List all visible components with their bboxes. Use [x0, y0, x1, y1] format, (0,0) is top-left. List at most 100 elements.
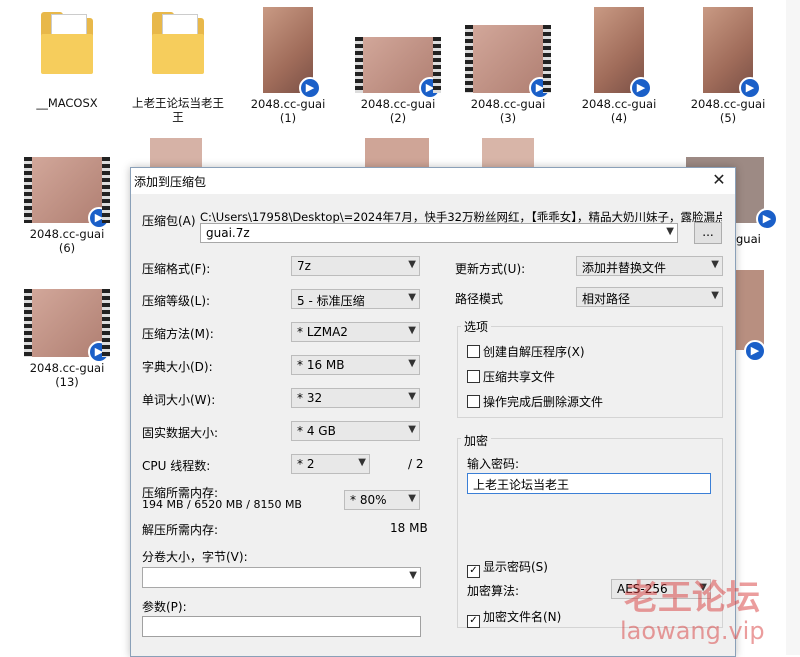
- cpu-label: CPU 线程数:: [142, 459, 211, 473]
- update-label: 更新方式(U):: [455, 262, 526, 276]
- file-index: (5): [719, 111, 737, 125]
- chevron-down-icon: ▼: [408, 493, 416, 504]
- video-thumbnail: ▶: [24, 289, 110, 363]
- close-icon[interactable]: ✕: [709, 170, 729, 190]
- file-name: 2048.cc-guai: [581, 97, 657, 111]
- video-thumbnail: ▶: [24, 157, 110, 229]
- level-select[interactable]: 5 - 标准压缩 ▼: [291, 289, 420, 309]
- chevron-down-icon: ▼: [408, 391, 416, 402]
- solid-value: * 4 GB: [297, 424, 336, 438]
- folder-icon: [41, 12, 93, 74]
- show-password-checkbox[interactable]: ✓ 显示密码(S): [467, 558, 548, 578]
- video-player-icon: ▶: [739, 77, 761, 99]
- chevron-down-icon: ▼: [408, 325, 416, 336]
- cpu-total: / 2: [408, 457, 424, 471]
- password-label: 输入密码:: [467, 457, 520, 471]
- video-player-icon: ▶: [88, 341, 110, 363]
- chevron-down-icon: ▼: [358, 457, 366, 468]
- method-label: 压缩方法(M):: [142, 327, 214, 341]
- file-name: 2048.cc-guai: [250, 97, 326, 111]
- level-label: 压缩等级(L):: [142, 294, 211, 308]
- video-thumbnail: ▶: [594, 7, 652, 99]
- format-select[interactable]: 7z ▼: [291, 256, 420, 276]
- video-player-icon: ▶: [756, 208, 778, 230]
- shared-checkbox[interactable]: 压缩共享文件: [467, 368, 555, 385]
- checkbox-box: [467, 370, 480, 383]
- archive-name-value: guai.7z: [206, 226, 250, 240]
- shared-label: 压缩共享文件: [483, 370, 556, 384]
- file-name: __MACOSX: [36, 96, 98, 110]
- folder-icon: [152, 12, 204, 74]
- chevron-down-icon: ▼: [409, 570, 417, 581]
- chevron-down-icon: ▼: [408, 358, 416, 369]
- solid-label: 固实数据大小:: [142, 426, 219, 440]
- partial-thumbnail: [482, 138, 534, 168]
- delete-checkbox[interactable]: 操作完成后删除源文件: [467, 393, 603, 410]
- watermark-url: laowang.vip: [620, 617, 765, 645]
- update-select[interactable]: 添加并替换文件 ▼: [576, 256, 723, 276]
- decomp-value: 18 MB: [390, 521, 428, 535]
- dict-value: * 16 MB: [297, 358, 345, 372]
- video-thumbnail: ▶: [263, 7, 321, 99]
- file-index: (6): [58, 241, 76, 255]
- explorer-scrollbar[interactable]: [786, 0, 800, 655]
- cpu-select[interactable]: * 2 ▼: [291, 454, 370, 474]
- checkbox-box: [467, 345, 480, 358]
- word-select[interactable]: * 32 ▼: [291, 388, 420, 408]
- video-file-5[interactable]: ▶ 2048.cc-guai (5): [678, 7, 778, 125]
- file-index: (13): [55, 375, 79, 389]
- video-file-3[interactable]: ▶ 2048.cc-guai (3): [458, 25, 558, 125]
- decomp-label: 解压所需内存:: [142, 523, 219, 537]
- video-file-1[interactable]: ▶ 2048.cc-guai (1): [238, 7, 338, 125]
- partial-thumbnail: [365, 138, 429, 168]
- sfx-checkbox[interactable]: 创建自解压程序(X): [467, 343, 585, 360]
- video-file-4[interactable]: ▶ 2048.cc-guai (4): [569, 7, 669, 125]
- update-value: 添加并替换文件: [582, 261, 667, 275]
- folder-macosx[interactable]: __MACOSX: [17, 12, 117, 110]
- sfx-label: 创建自解压程序(X): [483, 345, 585, 359]
- encryption-title: 加密: [461, 432, 492, 449]
- file-index: (2): [389, 111, 407, 125]
- file-name: 2048.cc-guai: [690, 97, 766, 111]
- format-value: 7z: [297, 259, 311, 273]
- file-name: 2048.cc-guai: [29, 227, 105, 241]
- video-player-icon: ▶: [630, 77, 652, 99]
- dict-select[interactable]: * 16 MB ▼: [291, 355, 420, 375]
- archive-name-combo[interactable]: guai.7z ▼: [200, 223, 678, 243]
- video-file-6[interactable]: ▶ 2048.cc-guai (6): [17, 157, 117, 255]
- partial-file-name: guai: [736, 232, 761, 246]
- file-name: 上老王论坛当老王: [132, 96, 224, 110]
- encrypt-names-label: 加密文件名(N): [483, 610, 562, 624]
- method-select[interactable]: * LZMA2 ▼: [291, 322, 420, 342]
- video-player-icon: ▶: [299, 77, 321, 99]
- split-label: 分卷大小，字节(V):: [142, 550, 248, 564]
- word-value: * 32: [297, 391, 323, 405]
- split-combo[interactable]: ▼: [142, 567, 421, 588]
- memory-percent-value: * 80%: [350, 493, 387, 507]
- folder-laowang[interactable]: 上老王论坛当老王 王: [128, 12, 228, 124]
- enc-method-label: 加密算法:: [467, 584, 520, 598]
- memory-percent-select[interactable]: * 80% ▼: [344, 490, 420, 510]
- file-index: (1): [279, 111, 297, 125]
- partial-thumbnail: [734, 270, 764, 350]
- method-value: * LZMA2: [297, 325, 348, 339]
- video-file-2[interactable]: ▶ 2048.cc-guai (2): [348, 37, 448, 125]
- file-name-wrap: 王: [172, 110, 184, 124]
- solid-select[interactable]: * 4 GB ▼: [291, 421, 420, 441]
- video-player-icon: ▶: [88, 207, 110, 229]
- chevron-down-icon: ▼: [666, 226, 674, 237]
- file-name: 2048.cc-guai: [360, 97, 436, 111]
- chevron-down-icon: ▼: [408, 259, 416, 270]
- params-input[interactable]: [142, 616, 421, 637]
- video-file-13[interactable]: ▶ 2048.cc-guai (13): [17, 289, 117, 389]
- dialog-title: 添加到压缩包: [134, 175, 207, 189]
- browse-button[interactable]: ...: [694, 222, 722, 244]
- video-player-icon: ▶: [529, 77, 551, 99]
- path-mode-select[interactable]: 相对路径 ▼: [576, 287, 723, 307]
- video-player-icon: ▶: [744, 340, 766, 362]
- password-input[interactable]: 上老王论坛当老王: [467, 473, 711, 494]
- encrypt-names-checkbox[interactable]: ✓ 加密文件名(N): [467, 608, 561, 628]
- options-title: 选项: [461, 318, 492, 335]
- memory-detail: 194 MB / 6520 MB / 8150 MB: [142, 498, 302, 511]
- partial-thumbnail: [150, 138, 202, 168]
